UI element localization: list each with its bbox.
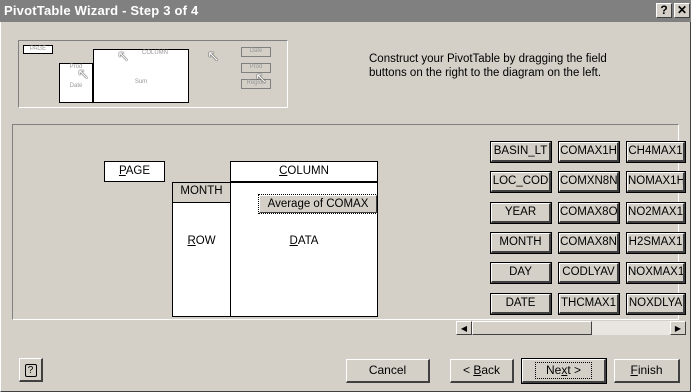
field-button-day[interactable]: DAY [490, 262, 552, 284]
illus-data-area: COLUMN Sum [93, 49, 189, 103]
illus-page-area: PAGE [23, 45, 53, 54]
field-button-no2max1[interactable]: NO2MAX1 [626, 202, 686, 224]
field-button-basin-lt[interactable]: BASIN_LT [490, 141, 552, 163]
title-bar: PivotTable Wizard - Step 3 of 4 ? ✕ [0, 0, 691, 22]
illus-field-left: Date [69, 83, 83, 89]
wizard-illustration: PAGE COLUMN Sum Prod Date Date Prod Regi… [18, 40, 288, 108]
illus-data-label: Sum [134, 79, 148, 85]
field-button-thcmax1[interactable]: THCMAX1 [558, 293, 620, 315]
data-area-label: DATA [289, 235, 319, 247]
field-button-h2smax1[interactable]: H2SMAX1 [626, 232, 686, 254]
column-drop-area[interactable]: COLUMN [230, 161, 378, 182]
row-area-label: ROW [187, 235, 216, 247]
next-button-label: Next > [534, 362, 593, 379]
field-button-codlyav[interactable]: CODLYAV [558, 262, 620, 284]
field-button-comax8o[interactable]: COMAX8O [558, 202, 620, 224]
field-button-date[interactable]: DATE [490, 293, 552, 315]
close-button[interactable]: ✕ [674, 3, 690, 18]
field-button-comax1h[interactable]: COMAX1H [558, 141, 620, 163]
field-button-nomax1h[interactable]: NOMAX1H [626, 171, 686, 193]
field-button-loc-cod[interactable]: LOC_COD [490, 171, 552, 193]
illus-column-label: COLUMN [141, 50, 168, 56]
scroll-thumb[interactable] [472, 321, 592, 335]
cancel-button[interactable]: Cancel [346, 359, 430, 383]
illus-cursor-icon: ↖ [207, 48, 220, 65]
help-button[interactable]: ? [19, 358, 43, 382]
back-button[interactable]: < Back [450, 359, 514, 383]
field-button-year[interactable]: YEAR [490, 202, 552, 224]
next-button[interactable]: Next > [521, 358, 607, 384]
illus-cursor-icon: ↖ [255, 70, 268, 87]
field-button-comax8n[interactable]: COMAX8N [558, 232, 620, 254]
row-field-button[interactable]: MONTH [173, 183, 230, 203]
help-icon: ? [24, 364, 37, 377]
instructions-text: Construct your PivotTable by dragging th… [369, 53, 607, 79]
scroll-left-icon[interactable]: ◀ [456, 321, 472, 335]
fields-scrollbar[interactable]: ◀ ▶ [455, 320, 687, 336]
illus-cursor-icon: ↖ [117, 48, 130, 65]
field-button-month[interactable]: MONTH [490, 232, 552, 254]
illus-field-button: Date [241, 47, 271, 57]
field-button-ch4max1[interactable]: CH4MAX1 [626, 141, 686, 163]
field-button-comxn8n[interactable]: COMXN8N [558, 171, 620, 193]
page-drop-area[interactable]: PAGE [104, 161, 165, 182]
scroll-right-icon[interactable]: ▶ [670, 321, 686, 335]
window-title: PivotTable Wizard - Step 3 of 4 [4, 3, 199, 18]
finish-button[interactable]: Finish [614, 359, 680, 383]
data-field-button[interactable]: Average of COMAX [258, 194, 378, 214]
title-help-button[interactable]: ? [656, 3, 672, 18]
field-button-noxmax1[interactable]: NOXMAX1 [626, 262, 686, 284]
field-button-noxdlya[interactable]: NOXDLYA [626, 293, 686, 315]
illus-cursor-icon: ↖ [77, 66, 90, 83]
